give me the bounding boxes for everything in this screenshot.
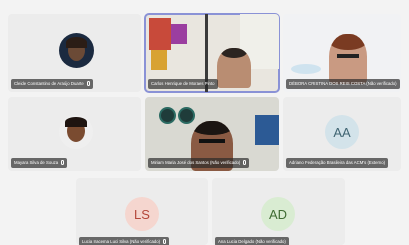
participant-name-tag: Ana Lucia Delgado (Não verificado) xyxy=(215,237,289,245)
participant-name-tag: DÉBORA CRISTINA DOS REIS COSTA (Não veri… xyxy=(286,79,400,89)
participant-name-tag: Lucia Iracema Luci Silva (Não verificado… xyxy=(79,237,170,245)
participant-avatar xyxy=(59,115,93,149)
mic-icon xyxy=(61,160,65,166)
initials-avatar: AA xyxy=(325,115,359,149)
participant-tile-adriano[interactable]: AA Adriano Federação Brasileira das ACM'… xyxy=(283,97,401,171)
mic-icon xyxy=(243,160,247,166)
participant-avatar xyxy=(59,33,94,68)
participant-name-tag: Carlos Henrique de Moraes Pinto xyxy=(148,79,218,89)
participant-name-tag: Cleide Constantino de Araújo Duarte xyxy=(11,79,93,89)
participant-name-tag: Adriano Federação Brasileira das ACM's (… xyxy=(286,158,389,168)
participant-tile-mayara[interactable]: Mayara Silva de Souza xyxy=(8,97,141,171)
mic-icon xyxy=(86,81,90,87)
initials-avatar: LS xyxy=(125,197,159,231)
participant-tile-carlos[interactable]: Carlos Henrique de Moraes Pinto xyxy=(144,13,280,93)
participant-tile-debora[interactable]: DÉBORA CRISTINA DOS REIS COSTA (Não veri… xyxy=(283,14,401,92)
participant-tile-lucia[interactable]: LS Lucia Iracema Luci Silva (Não verific… xyxy=(76,178,208,245)
participant-video xyxy=(217,48,251,88)
participant-tile-ana[interactable]: AD Ana Lucia Delgado (Não verificado) xyxy=(212,178,345,245)
participant-tile-miriam[interactable]: Miriam Maria José dos Santos (Não verifi… xyxy=(145,97,279,171)
participant-name-tag: Miriam Maria José dos Santos (Não verifi… xyxy=(148,158,250,168)
participant-name-tag: Mayara Silva de Souza xyxy=(11,158,68,168)
participant-video xyxy=(329,34,367,84)
mic-icon xyxy=(163,239,167,245)
participant-tile-cleide[interactable]: Cleide Constantino de Araújo Duarte xyxy=(8,14,141,92)
initials-avatar: AD xyxy=(261,197,295,231)
